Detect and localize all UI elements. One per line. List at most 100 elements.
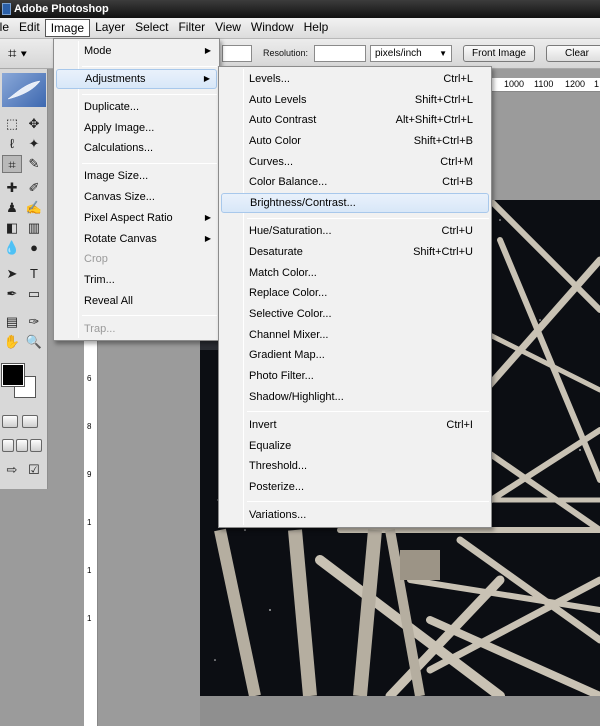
zoom-tool-icon[interactable]: 🔍 xyxy=(24,333,44,351)
menu-layer[interactable]: Layer xyxy=(90,19,130,37)
menu-file[interactable]: ile xyxy=(0,19,14,37)
menu-item-label: Selective Color... xyxy=(249,308,332,320)
crop-tool-icon[interactable]: ⌗ xyxy=(2,155,22,173)
menu-item-hue-saturation[interactable]: Hue/Saturation... Ctrl+U xyxy=(221,221,489,241)
menu-item-rotate-canvas[interactable]: Rotate Canvas ▶ xyxy=(56,229,217,249)
lasso-tool-icon[interactable]: ℓ xyxy=(2,135,22,153)
path-selection-tool-icon[interactable]: ➤ xyxy=(2,265,22,283)
menu-item-selective-color[interactable]: Selective Color... xyxy=(221,304,489,324)
menu-item-adjustments[interactable]: Adjustments ▶ xyxy=(56,69,217,89)
tools-panel: ⬚ ✥ ℓ ✦ ⌗ ✎ ✚ ✐ ♟ ✍ ◧ ▥ 💧 ● ➤ T ✒ ▭ ▤ ✑ … xyxy=(0,69,48,489)
magic-wand-tool-icon[interactable]: ✦ xyxy=(24,135,44,153)
menu-item-label: Trap... xyxy=(84,323,116,335)
menu-item-brightness-contrast[interactable]: Brightness/Contrast... xyxy=(221,193,489,213)
jump-to-imageready-icon[interactable]: ⇨ xyxy=(2,461,22,479)
menu-item-shadow-highlight[interactable]: Shadow/Highlight... xyxy=(221,387,489,407)
screen-mode-full-button[interactable] xyxy=(30,439,42,452)
pen-tool-icon[interactable]: ✒ xyxy=(2,285,22,303)
standard-mode-button[interactable] xyxy=(2,415,18,428)
menu-view[interactable]: View xyxy=(210,19,246,37)
menu-item-threshold[interactable]: Threshold... xyxy=(221,456,489,476)
menu-item-auto-color[interactable]: Auto Color Shift+Ctrl+B xyxy=(221,131,489,151)
menu-item-match-color[interactable]: Match Color... xyxy=(221,263,489,283)
menu-item-mode[interactable]: Mode ▶ xyxy=(56,41,217,61)
dodge-tool-icon[interactable]: ● xyxy=(24,239,44,257)
menu-item-auto-levels[interactable]: Auto Levels Shift+Ctrl+L xyxy=(221,90,489,110)
menu-select[interactable]: Select xyxy=(130,19,173,37)
photoshop-feather-logo xyxy=(2,73,46,107)
submenu-arrow-icon: ▶ xyxy=(204,234,211,243)
menu-item-invert[interactable]: Invert Ctrl+I xyxy=(221,415,489,435)
ruler-tick: 9 xyxy=(87,470,92,479)
menu-filter[interactable]: Filter xyxy=(173,19,210,37)
menu-item-shortcut: Ctrl+U xyxy=(441,225,473,237)
menu-item-channel-mixer[interactable]: Channel Mixer... xyxy=(221,325,489,345)
checkbox-tool-icon[interactable]: ☑ xyxy=(24,461,44,479)
menu-item-shortcut: Ctrl+B xyxy=(442,176,473,188)
menu-item-label: Equalize xyxy=(249,440,292,452)
chevron-down-icon: ▼ xyxy=(439,49,447,58)
gradient-tool-icon[interactable]: ▥ xyxy=(24,219,44,237)
menu-item-variations[interactable]: Variations... xyxy=(221,505,489,525)
front-image-button[interactable]: Front Image xyxy=(463,45,535,62)
menu-item-desaturate[interactable]: Desaturate Shift+Ctrl+U xyxy=(221,242,489,262)
menu-item-color-balance[interactable]: Color Balance... Ctrl+B xyxy=(221,172,489,192)
quick-mask-mode-button[interactable] xyxy=(22,415,38,428)
menu-item-duplicate[interactable]: Duplicate... xyxy=(56,97,217,117)
menu-help[interactable]: Help xyxy=(299,19,334,37)
submenu-arrow-icon: ▶ xyxy=(204,46,211,55)
height-input[interactable] xyxy=(222,45,252,62)
menu-separator xyxy=(82,315,217,316)
clone-stamp-tool-icon[interactable]: ♟ xyxy=(2,199,22,217)
screen-mode-standard-button[interactable] xyxy=(2,439,14,452)
crop-tool-preset-icon[interactable]: ⌗ ▾ xyxy=(8,45,38,63)
marquee-tool-icon[interactable]: ⬚ xyxy=(2,115,22,133)
menu-separator xyxy=(82,163,217,164)
slice-tool-icon[interactable]: ✎ xyxy=(24,155,44,173)
menu-item-posterize[interactable]: Posterize... xyxy=(221,477,489,497)
window-title: Adobe Photoshop xyxy=(14,3,109,15)
menu-item-calculations[interactable]: Calculations... xyxy=(56,138,217,158)
eraser-tool-icon[interactable]: ◧ xyxy=(2,219,22,237)
notes-tool-icon[interactable]: ▤ xyxy=(2,313,22,331)
healing-brush-tool-icon[interactable]: ✚ xyxy=(2,179,22,197)
brush-tool-icon[interactable]: ✐ xyxy=(24,179,44,197)
hand-tool-icon[interactable]: ✋ xyxy=(2,333,22,351)
menu-item-equalize[interactable]: Equalize xyxy=(221,436,489,456)
menu-item-reveal-all[interactable]: Reveal All xyxy=(56,291,217,311)
menu-image[interactable]: Image xyxy=(44,19,91,37)
type-tool-icon[interactable]: T xyxy=(24,265,44,283)
menu-item-trim[interactable]: Trim... xyxy=(56,270,217,290)
menu-item-curves[interactable]: Curves... Ctrl+M xyxy=(221,152,489,172)
menu-item-replace-color[interactable]: Replace Color... xyxy=(221,283,489,303)
menu-item-gradient-map[interactable]: Gradient Map... xyxy=(221,345,489,365)
menu-item-pixel-aspect-ratio[interactable]: Pixel Aspect Ratio ▶ xyxy=(56,208,217,228)
screen-mode-full-menu-button[interactable] xyxy=(16,439,28,452)
shape-tool-icon[interactable]: ▭ xyxy=(24,285,44,303)
menu-item-levels[interactable]: Levels... Ctrl+L xyxy=(221,69,489,89)
menu-window[interactable]: Window xyxy=(246,19,299,37)
history-brush-tool-icon[interactable]: ✍ xyxy=(24,199,44,217)
menu-item-label: Calculations... xyxy=(84,142,154,154)
menu-item-canvas-size[interactable]: Canvas Size... xyxy=(56,187,217,207)
submenu-arrow-icon: ▶ xyxy=(204,213,211,222)
menu-item-label: Match Color... xyxy=(249,267,317,279)
resolution-units-select[interactable]: pixels/inch ▼ xyxy=(370,45,452,62)
menu-item-label: Levels... xyxy=(249,73,290,85)
menu-item-apply-image[interactable]: Apply Image... xyxy=(56,118,217,138)
menu-item-label: Auto Color xyxy=(249,135,301,147)
menu-item-shortcut: Ctrl+M xyxy=(440,156,473,168)
resolution-input[interactable] xyxy=(314,45,366,62)
menu-item-label: Apply Image... xyxy=(84,122,155,134)
menu-item-photo-filter[interactable]: Photo Filter... xyxy=(221,366,489,386)
menu-item-auto-contrast[interactable]: Auto Contrast Alt+Shift+Ctrl+L xyxy=(221,110,489,130)
menu-edit[interactable]: Edit xyxy=(14,19,45,37)
ruler-tick: 6 xyxy=(87,374,92,383)
ruler-tick: 1000 xyxy=(504,79,525,89)
eyedropper-tool-icon[interactable]: ✑ xyxy=(24,313,44,331)
blur-tool-icon[interactable]: 💧 xyxy=(2,239,22,257)
move-tool-icon[interactable]: ✥ xyxy=(24,115,44,133)
clear-button[interactable]: Clear xyxy=(546,45,600,62)
menu-item-image-size[interactable]: Image Size... xyxy=(56,166,217,186)
foreground-color-swatch[interactable] xyxy=(1,363,25,387)
